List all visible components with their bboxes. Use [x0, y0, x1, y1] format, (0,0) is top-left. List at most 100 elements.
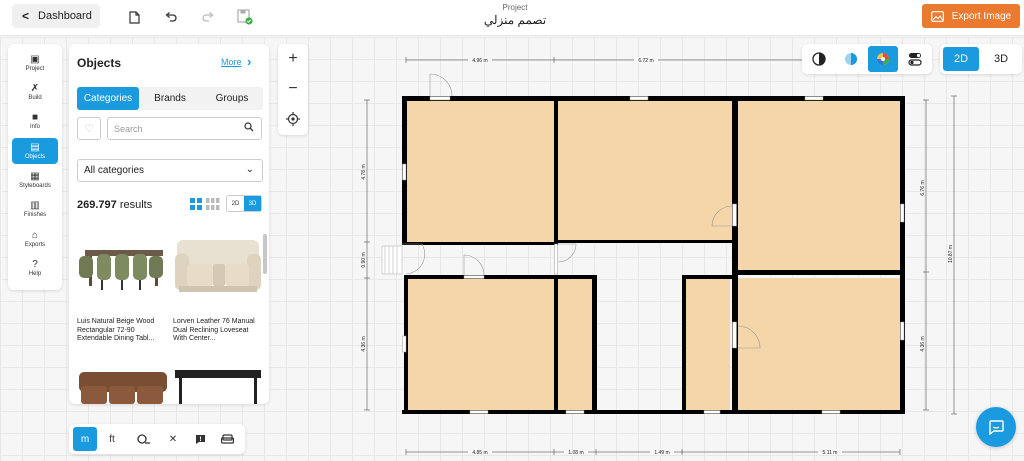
rail-item-styleboards[interactable]: ▦ Styleboards — [12, 167, 58, 193]
results-number: 269.797 — [77, 199, 117, 211]
dashboard-button[interactable]: < Dashboard — [12, 4, 100, 28]
measure-icon[interactable] — [131, 427, 155, 451]
dim-left-3: 4.36 m — [361, 336, 367, 351]
wall-room5-right — [592, 275, 597, 414]
grid-view-icon[interactable] — [190, 198, 202, 210]
more-link[interactable]: More — [221, 57, 242, 67]
chat-button[interactable] — [976, 407, 1016, 447]
tab-brands[interactable]: Brands — [139, 87, 201, 110]
product-card[interactable]: Lorven Leather 76 Manual Dual Reclining … — [173, 234, 263, 344]
room-1-floor — [406, 100, 554, 242]
rail-item-label: Project — [25, 66, 45, 72]
info-icon: ■ — [31, 112, 39, 123]
comment-icon[interactable] — [188, 427, 212, 451]
object-dim-toggle: 2D 3D — [226, 195, 262, 212]
project-label: Project — [502, 3, 528, 12]
undo-icon[interactable] — [162, 8, 180, 26]
project-name[interactable]: تصمم منزلي — [450, 13, 580, 27]
room-5-floor — [558, 278, 592, 410]
product-card[interactable] — [173, 366, 263, 404]
rail-item-label: Info — [29, 124, 40, 130]
room-2-floor — [558, 100, 732, 242]
dim-left-1: 4.78 m — [361, 164, 367, 179]
new-file-icon[interactable] — [125, 8, 143, 26]
scrollbar-thumb[interactable] — [263, 234, 267, 274]
dim-bottom-2: 1.08 m — [568, 450, 583, 456]
shading-icon[interactable] — [836, 46, 866, 72]
tools-icon[interactable]: ✕ — [161, 427, 185, 451]
redo-icon[interactable] — [199, 8, 217, 26]
panel-title: Objects — [77, 56, 122, 70]
search-input[interactable] — [107, 117, 262, 140]
room-4-floor — [408, 278, 554, 410]
dim-top-1: 4.96 m — [472, 58, 487, 64]
wall-mid-left — [402, 242, 558, 245]
floor-plan[interactable]: 4.96 m 6.72 m 4.85 m 1.08 m 1.49 m 5.11 … — [340, 48, 980, 461]
favorites-button[interactable]: ♡ — [77, 117, 101, 140]
rail-item-objects[interactable]: ▤ Objects — [12, 138, 58, 164]
unit-m-button[interactable]: m — [73, 427, 97, 451]
export-image-label: Export Image — [951, 10, 1012, 22]
rail-item-build[interactable]: ✗ Build — [12, 79, 58, 105]
objects-icon: ▤ — [30, 142, 40, 153]
room-6-floor — [686, 278, 730, 410]
dim-bottom-3: 1.49 m — [654, 450, 669, 456]
build-icon: ✗ — [30, 83, 40, 94]
rail-item-label: Finishes — [23, 212, 47, 218]
styleboards-icon: ▦ — [30, 171, 40, 182]
dim-right-2: 4.36 m — [920, 336, 926, 351]
image-icon — [930, 10, 944, 22]
rail-item-finishes[interactable]: ▥ Finishes — [12, 196, 58, 222]
rail-item-exports[interactable]: ⌂ Exports — [12, 226, 58, 252]
product-name: Luis Natural Beige Wood Rectangular 72-9… — [77, 318, 155, 342]
wall-top — [402, 96, 904, 101]
rail-item-help[interactable]: ? Help — [12, 255, 58, 281]
dim-overall-right: 10.87 m — [948, 245, 954, 263]
product-card[interactable]: Luis Natural Beige Wood Rectangular 72-9… — [77, 234, 167, 344]
results-label: results — [119, 199, 153, 211]
color-mode-icon[interactable] — [868, 46, 898, 72]
view-2d-button[interactable]: 2D — [943, 47, 979, 71]
finishes-icon: ▥ — [30, 200, 40, 211]
help-icon: ? — [32, 259, 38, 270]
recenter-icon[interactable] — [278, 104, 308, 134]
contrast-icon[interactable] — [804, 46, 834, 72]
panel-scrollbar[interactable] — [263, 224, 267, 399]
rail-item-label: Exports — [24, 242, 46, 248]
rail-item-label: Objects — [24, 154, 46, 160]
rail-item-info[interactable]: ■ Info — [12, 108, 58, 134]
results-count: 269.797 results — [77, 199, 152, 211]
view-options — [802, 44, 932, 74]
wall-right — [900, 96, 905, 414]
category-select[interactable]: All categories ⌄ — [77, 159, 263, 182]
dim-bottom-1: 4.85 m — [472, 450, 487, 456]
object-3d-button[interactable]: 3D — [244, 196, 261, 211]
loveseat-image — [175, 240, 261, 292]
dim-left-2: 0.90 m — [361, 252, 367, 267]
dim-top-2: 6.72 m — [638, 58, 653, 64]
export-image-button[interactable]: Export Image — [922, 4, 1020, 28]
tab-groups[interactable]: Groups — [201, 87, 263, 110]
compact-grid-icon[interactable] — [206, 198, 220, 210]
room-7-floor — [738, 278, 900, 410]
room-floors — [406, 100, 900, 410]
wall-room6-left — [682, 275, 686, 414]
settings-toggle-icon[interactable] — [900, 46, 930, 72]
unit-ft-button[interactable]: ft — [100, 427, 124, 451]
zoom-in-icon[interactable]: + — [278, 44, 308, 74]
view-3d-button[interactable]: 3D — [983, 47, 1019, 71]
project-icon: ▣ — [30, 54, 40, 65]
console-table-image — [175, 370, 261, 404]
wall-room4-5 — [554, 275, 558, 414]
tab-categories[interactable]: Categories — [77, 87, 139, 110]
object-2d-button[interactable]: 2D — [227, 196, 244, 211]
wall-mid-right — [738, 270, 904, 275]
rail-item-project[interactable]: ▣ Project — [12, 50, 58, 76]
product-card[interactable] — [77, 366, 167, 404]
exports-icon: ⌂ — [31, 230, 39, 241]
save-status-icon[interactable] — [236, 8, 254, 26]
chevron-right-icon[interactable]: › — [247, 54, 251, 69]
zoom-out-icon[interactable]: − — [278, 74, 308, 104]
furniture-icon[interactable] — [215, 427, 239, 451]
leather-sofa-image — [79, 372, 167, 404]
